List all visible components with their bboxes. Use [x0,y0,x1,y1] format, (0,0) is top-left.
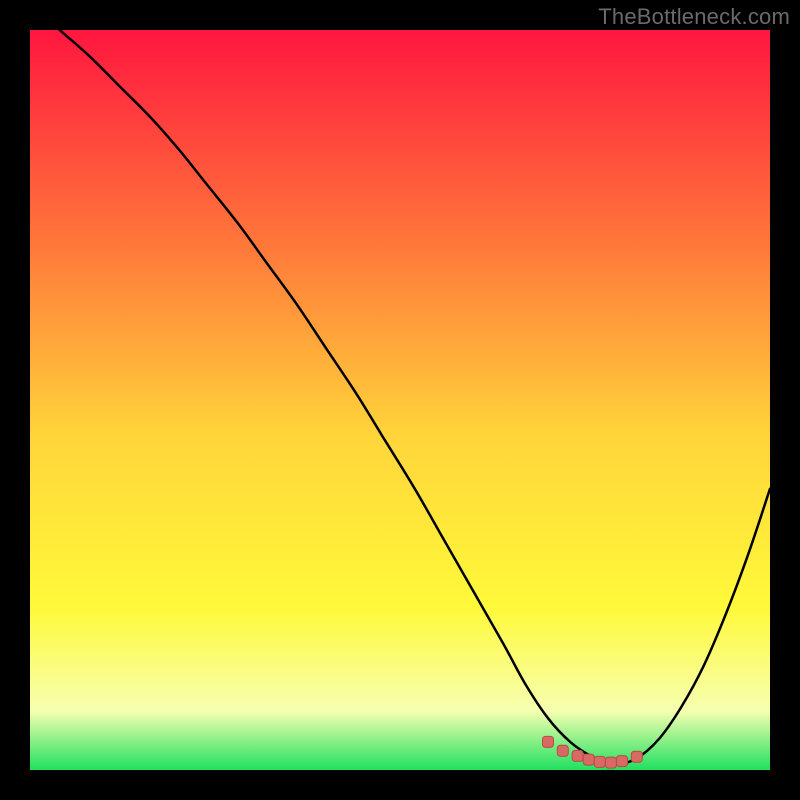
marker-dot [557,745,568,756]
gradient-background [30,30,770,770]
chart-frame: TheBottleneck.com [0,0,800,800]
marker-dot [605,757,616,768]
marker-dot [572,750,583,761]
plot-area [30,30,770,770]
bottleneck-chart [30,30,770,770]
marker-dot [543,736,554,747]
marker-dot [631,751,642,762]
marker-dot [594,756,605,767]
watermark-text: TheBottleneck.com [598,4,790,30]
marker-dot [617,756,628,767]
marker-dot [583,754,594,765]
